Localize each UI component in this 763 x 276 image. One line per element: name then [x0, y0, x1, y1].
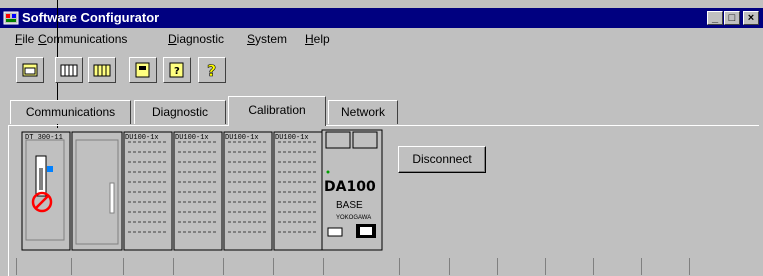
base-maker-label: YOKOGAWA — [336, 215, 372, 221]
du-module-2 — [173, 131, 223, 251]
du-module-label-3: DU100-1x — [225, 134, 259, 142]
du-module-label-1: DU100-1x — [125, 134, 159, 142]
slot-cell[interactable] — [223, 258, 273, 275]
rack-remove-icon — [93, 64, 111, 77]
rack-add-icon — [60, 64, 78, 77]
unit-help-icon: ? — [169, 62, 184, 78]
slot-cell[interactable] — [273, 258, 323, 275]
disconnect-button[interactable]: Disconnect — [398, 146, 486, 173]
slot-cell[interactable] — [323, 258, 373, 275]
menu-diagnostic[interactable]: Diagnostic — [168, 32, 224, 46]
menu-file[interactable]: File — [15, 32, 34, 46]
slot-cell[interactable] — [71, 258, 123, 275]
slot-cell[interactable] — [449, 258, 497, 275]
unit-help-button[interactable]: ? — [163, 57, 191, 83]
tab-network[interactable]: Network — [328, 100, 398, 124]
menu-help[interactable]: Help — [305, 32, 330, 46]
maximize-button[interactable]: □ — [724, 11, 740, 25]
rack-icon — [22, 63, 38, 77]
menu-communications[interactable]: Communications — [38, 32, 127, 46]
toolbar: ? ? — [0, 52, 763, 90]
du-module-3 — [223, 131, 273, 251]
help-button[interactable]: ? — [198, 57, 226, 83]
du-module-4 — [273, 131, 323, 251]
du-module-label-4: DU100-1x — [275, 134, 309, 142]
base-type-label: BASE — [336, 200, 363, 211]
slot-cell[interactable] — [399, 258, 449, 275]
title-bar: Software Configurator _ □ × — [0, 8, 763, 28]
slot-cell[interactable] — [173, 258, 223, 275]
help-icon: ? — [207, 61, 217, 81]
rack-add-button[interactable] — [55, 57, 83, 83]
menu-bar: File Communications Diagnostic System He… — [0, 28, 763, 50]
minimize-button[interactable]: _ — [707, 11, 723, 25]
dt-module-label: DT 300-11 — [25, 134, 63, 142]
slot-cell[interactable] — [16, 258, 71, 275]
tab-strip: Communications Diagnostic Calibration Ne… — [0, 96, 763, 126]
close-button[interactable]: × — [743, 11, 759, 25]
unit-button[interactable] — [129, 57, 157, 83]
slot-cell[interactable] — [689, 258, 737, 275]
app-icon — [3, 11, 19, 25]
rack-button[interactable] — [16, 57, 44, 83]
rack-remove-button[interactable] — [88, 57, 116, 83]
tab-diagnostic[interactable]: Diagnostic — [134, 100, 226, 124]
menu-system[interactable]: System — [247, 32, 287, 46]
slot-grid — [16, 258, 763, 275]
du-module-1 — [123, 131, 173, 251]
slot-cell[interactable] — [593, 258, 641, 275]
slot-cell[interactable] — [641, 258, 689, 275]
svg-text:?: ? — [174, 66, 180, 77]
hardware-rack: DT 300-11 DU100-1x DU100-1x DU100-1x DU1… — [16, 128, 386, 253]
base-brand-label: DA100 — [324, 179, 376, 195]
du-module-label-2: DU100-1x — [175, 134, 209, 142]
tab-calibration[interactable]: Calibration — [228, 96, 326, 126]
unit-icon — [135, 62, 150, 78]
svg-text:?: ? — [207, 61, 216, 80]
window-title: Software Configurator — [22, 10, 160, 25]
tab-communications[interactable]: Communications — [10, 100, 131, 124]
slot-cell[interactable] — [497, 258, 545, 275]
slot-cell[interactable] — [123, 258, 173, 275]
slot-cell[interactable] — [545, 258, 593, 275]
